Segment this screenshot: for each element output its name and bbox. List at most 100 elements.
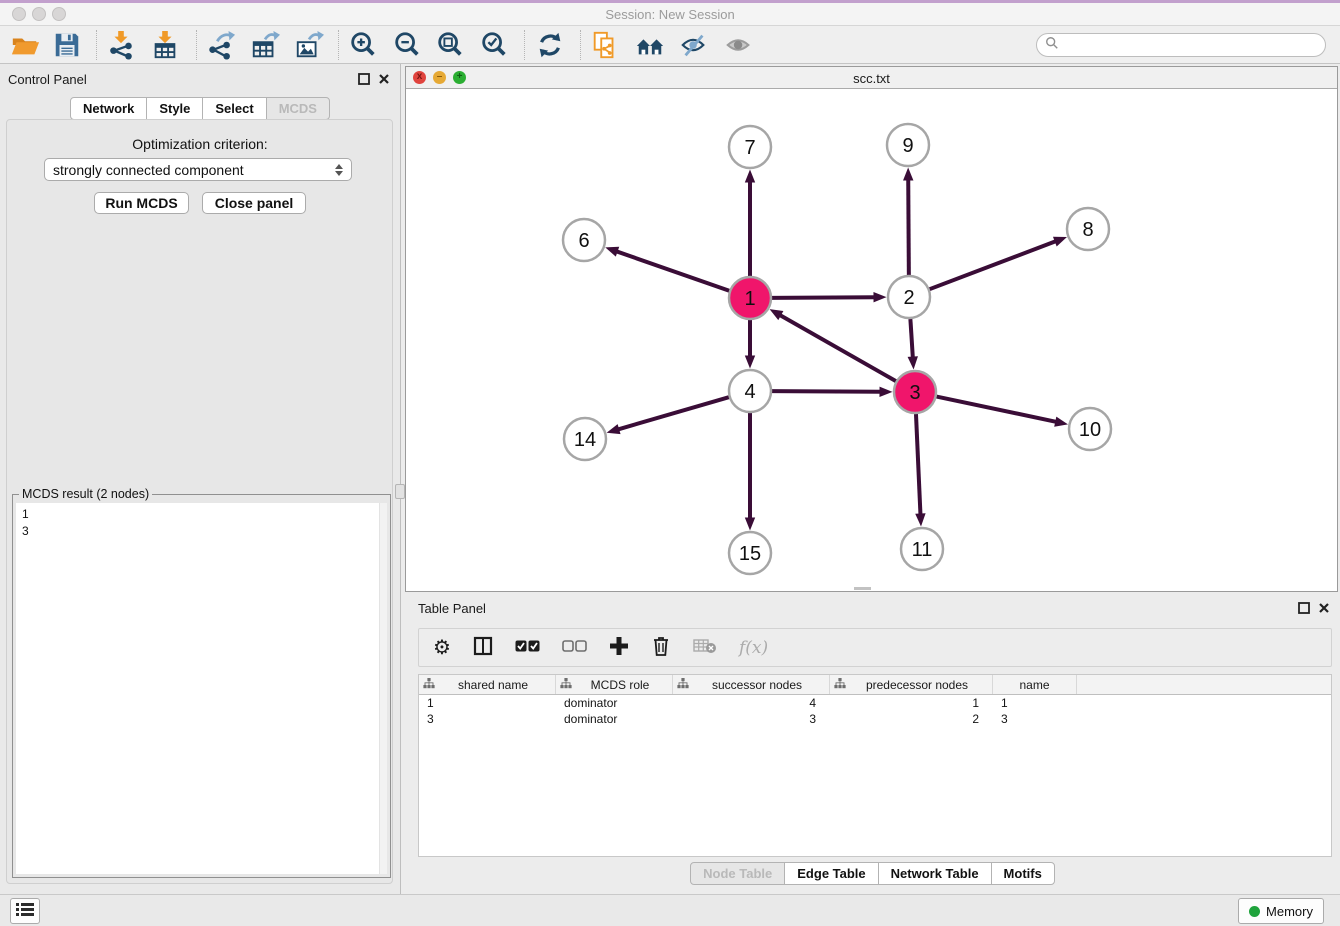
edge-3-1[interactable] — [770, 309, 896, 381]
tab-network[interactable]: Network — [70, 97, 147, 120]
show-columns-button[interactable] — [473, 636, 493, 659]
unselect-all-button[interactable] — [562, 640, 587, 655]
import-table-button[interactable] — [148, 29, 182, 61]
save-session-button[interactable] — [50, 29, 84, 61]
toolbar-separator — [196, 30, 197, 60]
network-canvas[interactable]: 7 9 6 8 1 2 4 3 14 10 15 11 — [406, 89, 1337, 591]
edge-4-15[interactable] — [745, 413, 755, 531]
float-panel-icon[interactable] — [358, 72, 370, 90]
table-row[interactable]: 1dominator411 — [419, 695, 1331, 711]
zoom-out-button[interactable] — [390, 29, 424, 61]
arrowhead — [607, 424, 621, 434]
graph-node-11[interactable]: 11 — [901, 528, 943, 570]
cell-shared-name: 3 — [419, 712, 556, 726]
edge-1-7[interactable] — [745, 170, 755, 277]
delete-table-button[interactable] — [693, 638, 717, 657]
toolbar-separator — [524, 30, 525, 60]
tab-select[interactable]: Select — [202, 97, 266, 120]
export-table-button[interactable] — [248, 29, 282, 61]
select-all-button[interactable] — [515, 640, 540, 655]
graph-node-10[interactable]: 10 — [1069, 408, 1111, 450]
column-header-name[interactable]: name — [993, 675, 1077, 694]
cell-successor-nodes: 4 — [673, 696, 830, 710]
search-input[interactable] — [1064, 38, 1325, 52]
add-row-button[interactable] — [609, 636, 629, 659]
toolbar-separator — [580, 30, 581, 60]
trash-icon — [651, 635, 671, 660]
table-settings-button[interactable]: ⚙ — [433, 638, 451, 658]
cell-name: 3 — [993, 712, 1077, 726]
tab-style[interactable]: Style — [146, 97, 203, 120]
edge-3-10[interactable] — [937, 397, 1068, 427]
graph-node-9[interactable]: 9 — [887, 124, 929, 166]
graph-node-8[interactable]: 8 — [1067, 208, 1109, 250]
table-row[interactable]: 3dominator323 — [419, 711, 1331, 727]
hide-selected-button[interactable] — [677, 29, 711, 61]
graph-node-3[interactable]: 3 — [894, 371, 936, 413]
run-mcds-button[interactable]: Run MCDS — [94, 192, 189, 214]
tab-mcds[interactable]: MCDS — [266, 97, 330, 120]
network-list-button[interactable] — [10, 898, 40, 924]
graph-node-6[interactable]: 6 — [563, 219, 605, 261]
function-builder-button[interactable]: f(x) — [739, 638, 768, 658]
export-image-button[interactable] — [292, 29, 326, 61]
edge-3-11[interactable] — [915, 414, 925, 527]
duplicate-network-button[interactable] — [588, 29, 622, 61]
open-session-button[interactable] — [8, 29, 42, 61]
search-box[interactable] — [1036, 33, 1326, 57]
show-hidden-button[interactable] — [722, 29, 756, 61]
fx-icon: f(x) — [739, 638, 768, 658]
memory-button[interactable]: Memory — [1238, 898, 1324, 924]
close-panel-icon[interactable] — [378, 72, 390, 90]
criterion-dropdown[interactable]: strongly connected component — [44, 158, 352, 181]
close-panel-button[interactable]: Close panel — [202, 192, 306, 214]
apply-layout-button[interactable] — [533, 29, 567, 61]
memory-button-label: Memory — [1266, 904, 1313, 919]
mcds-result-area[interactable]: 1 3 — [16, 503, 387, 874]
import-network-button[interactable] — [104, 29, 138, 61]
tab-network-table[interactable]: Network Table — [878, 862, 992, 885]
tab-node-table[interactable]: Node Table — [690, 862, 785, 885]
arrowhead — [908, 356, 918, 369]
graph-node-4[interactable]: 4 — [729, 370, 771, 412]
export-network-button[interactable] — [204, 29, 238, 61]
panel-divider-grip[interactable] — [395, 484, 405, 499]
import-network-icon — [104, 30, 138, 60]
result-scrollbar[interactable] — [379, 503, 387, 874]
zoom-in-button[interactable] — [346, 29, 380, 61]
edge-2-8[interactable] — [930, 237, 1067, 289]
show-all-networks-button[interactable] — [633, 29, 667, 61]
column-header-successor-nodes[interactable]: successor nodes — [673, 675, 830, 694]
column-header-mcds-role[interactable]: MCDS role — [556, 675, 673, 694]
column-header-shared-name[interactable]: shared name — [419, 675, 556, 694]
tab-edge-table[interactable]: Edge Table — [784, 862, 878, 885]
window-title: Session: New Session — [0, 7, 1340, 22]
zoom-fit-button[interactable] — [433, 29, 467, 61]
canvas-scroll-indicator[interactable] — [854, 587, 871, 590]
float-table-panel-icon[interactable] — [1298, 601, 1310, 619]
edge-4-14[interactable] — [607, 397, 729, 434]
graph-node-14[interactable]: 14 — [564, 418, 606, 460]
edge-1-4[interactable] — [745, 320, 755, 369]
graph-node-2[interactable]: 2 — [888, 276, 930, 318]
delete-selected-button[interactable] — [651, 635, 671, 660]
edge-4-3[interactable] — [772, 387, 893, 397]
control-panel-title: Control Panel — [8, 72, 87, 87]
column-header-predecessor-nodes[interactable]: predecessor nodes — [830, 675, 993, 694]
tab-motifs[interactable]: Motifs — [991, 862, 1055, 885]
node-label: 15 — [739, 543, 761, 565]
edge-1-2[interactable] — [772, 292, 887, 302]
zoom-selected-button[interactable] — [477, 29, 511, 61]
export-table-icon — [248, 30, 282, 60]
edge-1-6[interactable] — [605, 247, 729, 291]
edge-2-3[interactable] — [908, 319, 918, 370]
graph-node-1[interactable]: 1 — [729, 277, 771, 319]
column-hierarchy-icon — [560, 678, 572, 692]
app-window: { "window": { "title": "Session: New Ses… — [0, 0, 1340, 926]
graph-node-15[interactable]: 15 — [729, 532, 771, 574]
edge-2-9[interactable] — [903, 167, 913, 275]
graph-node-7[interactable]: 7 — [729, 126, 771, 168]
houses-icon — [633, 30, 667, 60]
column-header-label: predecessor nodes — [846, 678, 988, 692]
close-table-panel-icon[interactable] — [1318, 601, 1330, 619]
